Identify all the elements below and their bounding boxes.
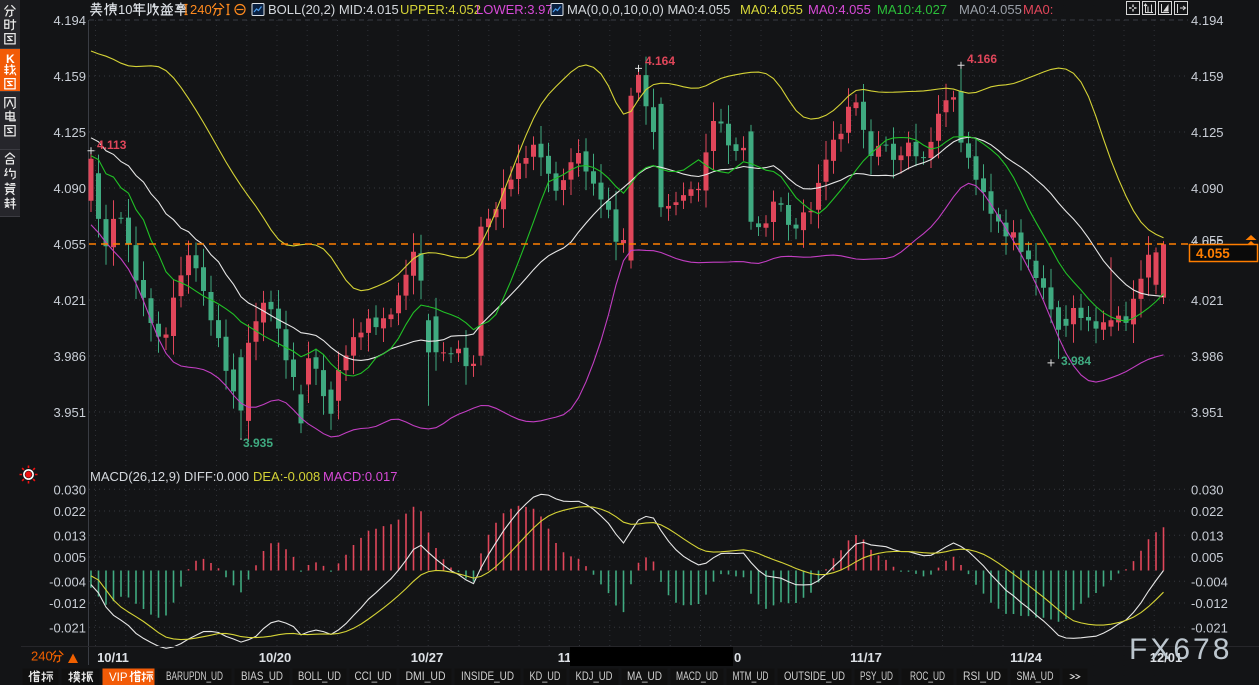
svg-text:4.055: 4.055 [1196, 246, 1230, 261]
svg-text:-0.021: -0.021 [49, 620, 86, 635]
svg-text:»: » [1069, 671, 1082, 683]
svg-text:4.021: 4.021 [53, 293, 86, 308]
svg-text:0.022: 0.022 [53, 504, 86, 519]
svg-text:4.125: 4.125 [1191, 125, 1224, 140]
svg-text:0.030: 0.030 [53, 482, 86, 497]
svg-text:11/17: 11/17 [850, 650, 882, 665]
svg-text:INSIDE_UD: INSIDE_UD [461, 671, 514, 683]
svg-text:3.986: 3.986 [53, 349, 86, 364]
svg-text:-0.004: -0.004 [1191, 574, 1228, 589]
svg-text:BARUPDN_UD: BARUPDN_UD [166, 671, 223, 683]
svg-text:DMI_UD: DMI_UD [406, 671, 446, 683]
svg-text:MA0:: MA0: [1023, 2, 1053, 17]
svg-text:10/11: 10/11 [97, 650, 129, 665]
svg-text:4.159: 4.159 [1191, 69, 1224, 84]
svg-text:VIP: VIP [109, 672, 128, 684]
svg-text:3.951: 3.951 [53, 405, 86, 420]
svg-text:MA10:4.027: MA10:4.027 [877, 2, 947, 17]
svg-text:10/27: 10/27 [411, 650, 444, 665]
svg-text:4.164: 4.164 [645, 54, 675, 68]
svg-text:BIAS_UD: BIAS_UD [241, 671, 283, 683]
svg-text:0: 0 [734, 650, 741, 665]
svg-text:SMA_UD: SMA_UD [1017, 671, 1054, 683]
svg-text:DEA:-0.008: DEA:-0.008 [253, 469, 320, 484]
svg-text:4.194: 4.194 [53, 13, 86, 28]
svg-text:240: 240 [190, 2, 212, 17]
svg-text:11/24: 11/24 [1010, 650, 1043, 665]
svg-text:10: 10 [118, 2, 132, 17]
svg-text:4.021: 4.021 [1191, 293, 1224, 308]
svg-text:BOLL(20,2) MID:4.015: BOLL(20,2) MID:4.015 [268, 2, 399, 17]
svg-text:4.090: 4.090 [1191, 181, 1224, 196]
svg-text:0.013: 0.013 [1191, 528, 1224, 543]
svg-text:10/20: 10/20 [259, 650, 292, 665]
svg-text:-0.012: -0.012 [1191, 596, 1228, 611]
svg-text:3.951: 3.951 [1191, 405, 1224, 420]
svg-text:3.935: 3.935 [243, 436, 273, 450]
svg-text:4.113: 4.113 [97, 138, 127, 152]
svg-text:MA_UD: MA_UD [627, 671, 662, 683]
svg-text:0.005: 0.005 [1191, 550, 1224, 565]
svg-text:4.194: 4.194 [1191, 13, 1224, 28]
svg-text:MACD(26,12,9) DIFF:0.000: MACD(26,12,9) DIFF:0.000 [90, 469, 249, 484]
svg-text:LOWER:3.978: LOWER:3.978 [476, 2, 560, 17]
svg-text:240: 240 [31, 648, 53, 663]
svg-text:3.986: 3.986 [1191, 349, 1224, 364]
svg-text:0.022: 0.022 [1191, 504, 1224, 519]
svg-text:PSY_UD: PSY_UD [860, 671, 893, 683]
svg-text:RSI_UD: RSI_UD [963, 671, 1001, 683]
svg-text:-0.012: -0.012 [49, 596, 86, 611]
svg-text:KD_UD: KD_UD [530, 671, 561, 683]
svg-text:MACD_UD: MACD_UD [676, 671, 718, 683]
svg-text:OUTSIDE_UD: OUTSIDE_UD [784, 671, 845, 683]
svg-text:0.030: 0.030 [1191, 482, 1224, 497]
svg-text:3.984: 3.984 [1061, 354, 1091, 368]
svg-text:K: K [6, 52, 15, 66]
svg-text:MA(0,0,0,10,0,0) MA0:4.055: MA(0,0,0,10,0,0) MA0:4.055 [567, 2, 730, 17]
svg-text:MA0:4.055: MA0:4.055 [808, 2, 871, 17]
svg-text:UPPER:4.052: UPPER:4.052 [400, 2, 481, 17]
svg-text:MACD:0.017: MACD:0.017 [323, 469, 397, 484]
svg-text:4.159: 4.159 [53, 69, 86, 84]
svg-text:MA0:4.055: MA0:4.055 [959, 2, 1022, 17]
svg-text:MTM_UD: MTM_UD [733, 671, 769, 683]
svg-text:MA0:4.055: MA0:4.055 [740, 2, 803, 17]
svg-text:4.055: 4.055 [53, 237, 86, 252]
svg-text:KDJ_UD: KDJ_UD [576, 671, 613, 683]
svg-text:FX678: FX678 [1129, 633, 1232, 666]
svg-text:ROC_UD: ROC_UD [910, 671, 945, 683]
svg-text:4.125: 4.125 [53, 125, 86, 140]
svg-text:0.013: 0.013 [53, 528, 86, 543]
svg-text:0.005: 0.005 [53, 550, 86, 565]
svg-text:4.090: 4.090 [53, 181, 86, 196]
svg-text:4.166: 4.166 [967, 52, 997, 66]
svg-text:BOLL_UD: BOLL_UD [298, 671, 341, 683]
svg-text:CCI_UD: CCI_UD [355, 671, 392, 683]
svg-text:-0.004: -0.004 [49, 574, 86, 589]
